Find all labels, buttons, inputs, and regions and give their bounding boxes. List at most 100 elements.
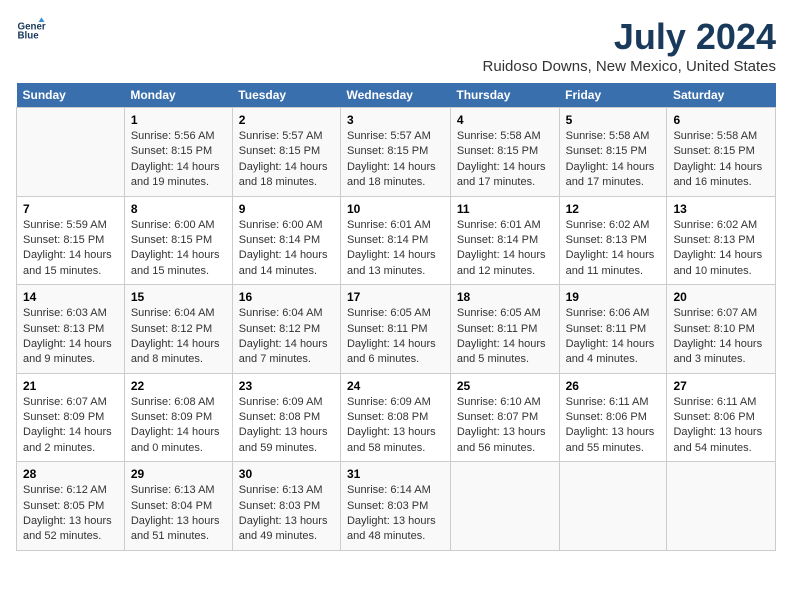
table-cell: 18 Sunrise: 6:05 AM Sunset: 8:11 PM Dayli… <box>450 285 559 374</box>
day-number: 2 <box>239 113 334 127</box>
table-cell: 20 Sunrise: 6:07 AM Sunset: 8:10 PM Dayli… <box>667 285 776 374</box>
day-number: 28 <box>23 467 118 481</box>
day-detail: Sunrise: 6:02 AM Sunset: 8:13 PM Dayligh… <box>673 218 769 280</box>
day-number: 29 <box>131 467 226 481</box>
week-row-3: 14Sunrise: 6:03 AM Sunset: 8:13 PM Dayli… <box>17 285 776 374</box>
title-area: July 2024 Ruidoso Downs, New Mexico, Uni… <box>483 16 776 75</box>
day-number: 5 <box>566 113 661 127</box>
day-detail: Sunrise: 6:13 AM Sunset: 8:03 PM Dayligh… <box>239 483 334 545</box>
table-cell: 16 Sunrise: 6:04 AM Sunset: 8:12 PM Dayli… <box>232 285 340 374</box>
day-number: 22 <box>131 379 226 393</box>
header-friday: Friday <box>559 83 667 108</box>
header-monday: Monday <box>124 83 232 108</box>
table-cell: 26 Sunrise: 6:11 AM Sunset: 8:06 PM Dayli… <box>559 373 667 462</box>
calendar-title: July 2024 <box>483 16 776 58</box>
day-number: 7 <box>23 202 118 216</box>
table-cell: 4Sunrise: 5:58 AM Sunset: 8:15 PM Daylig… <box>450 108 559 197</box>
table-cell: 27 Sunrise: 6:11 AM Sunset: 8:06 PM Dayli… <box>667 373 776 462</box>
day-detail: Sunrise: 6:05 AM Sunset: 8:11 PM Dayligh… <box>457 306 553 368</box>
day-number: 13 <box>673 202 769 216</box>
table-cell: 17Sunrise: 6:05 AM Sunset: 8:11 PM Dayli… <box>340 285 450 374</box>
day-number: 8 <box>131 202 226 216</box>
table-cell: 28Sunrise: 6:12 AM Sunset: 8:05 PM Dayli… <box>17 462 125 551</box>
day-detail: Sunrise: 6:00 AM Sunset: 8:14 PM Dayligh… <box>239 218 334 280</box>
day-number: 25 <box>457 379 553 393</box>
day-number: 26 <box>566 379 661 393</box>
day-detail: Sunrise: 5:56 AM Sunset: 8:15 PM Dayligh… <box>131 129 226 191</box>
day-number: 4 <box>457 113 553 127</box>
day-detail: Sunrise: 6:13 AM Sunset: 8:04 PM Dayligh… <box>131 483 226 545</box>
day-detail: Sunrise: 6:01 AM Sunset: 8:14 PM Dayligh… <box>457 218 553 280</box>
day-detail: Sunrise: 5:58 AM Sunset: 8:15 PM Dayligh… <box>673 129 769 191</box>
calendar-table: Sunday Monday Tuesday Wednesday Thursday… <box>16 83 776 551</box>
table-cell: 2 Sunrise: 5:57 AM Sunset: 8:15 PM Daylig… <box>232 108 340 197</box>
table-cell: 22 Sunrise: 6:08 AM Sunset: 8:09 PM Dayli… <box>124 373 232 462</box>
table-cell: 11Sunrise: 6:01 AM Sunset: 8:14 PM Dayli… <box>450 196 559 285</box>
day-number: 20 <box>673 290 769 304</box>
day-number: 19 <box>566 290 661 304</box>
week-row-5: 28Sunrise: 6:12 AM Sunset: 8:05 PM Dayli… <box>17 462 776 551</box>
table-cell: 6 Sunrise: 5:58 AM Sunset: 8:15 PM Daylig… <box>667 108 776 197</box>
table-cell: 1 Sunrise: 5:56 AM Sunset: 8:15 PM Daylig… <box>124 108 232 197</box>
table-cell: 15Sunrise: 6:04 AM Sunset: 8:12 PM Dayli… <box>124 285 232 374</box>
day-detail: Sunrise: 6:00 AM Sunset: 8:15 PM Dayligh… <box>131 218 226 280</box>
week-row-1: 1 Sunrise: 5:56 AM Sunset: 8:15 PM Daylig… <box>17 108 776 197</box>
day-detail: Sunrise: 5:57 AM Sunset: 8:15 PM Dayligh… <box>347 129 444 191</box>
header-tuesday: Tuesday <box>232 83 340 108</box>
table-cell <box>450 462 559 551</box>
day-detail: Sunrise: 6:09 AM Sunset: 8:08 PM Dayligh… <box>347 395 444 457</box>
table-cell: 7Sunrise: 5:59 AM Sunset: 8:15 PM Daylig… <box>17 196 125 285</box>
table-cell: 24 Sunrise: 6:09 AM Sunset: 8:08 PM Dayli… <box>340 373 450 462</box>
table-cell: 30 Sunrise: 6:13 AM Sunset: 8:03 PM Dayli… <box>232 462 340 551</box>
day-number: 3 <box>347 113 444 127</box>
day-number: 17 <box>347 290 444 304</box>
table-cell: 3 Sunrise: 5:57 AM Sunset: 8:15 PM Daylig… <box>340 108 450 197</box>
day-number: 23 <box>239 379 334 393</box>
table-cell <box>559 462 667 551</box>
table-cell: 13 Sunrise: 6:02 AM Sunset: 8:13 PM Dayli… <box>667 196 776 285</box>
day-detail: Sunrise: 6:10 AM Sunset: 8:07 PM Dayligh… <box>457 395 553 457</box>
day-number: 24 <box>347 379 444 393</box>
day-detail: Sunrise: 6:11 AM Sunset: 8:06 PM Dayligh… <box>566 395 661 457</box>
table-cell: 14Sunrise: 6:03 AM Sunset: 8:13 PM Dayli… <box>17 285 125 374</box>
table-cell: 12Sunrise: 6:02 AM Sunset: 8:13 PM Dayli… <box>559 196 667 285</box>
calendar-subtitle: Ruidoso Downs, New Mexico, United States <box>483 58 776 75</box>
header-thursday: Thursday <box>450 83 559 108</box>
week-row-2: 7Sunrise: 5:59 AM Sunset: 8:15 PM Daylig… <box>17 196 776 285</box>
table-cell <box>17 108 125 197</box>
day-detail: Sunrise: 5:57 AM Sunset: 8:15 PM Dayligh… <box>239 129 334 191</box>
day-number: 1 <box>131 113 226 127</box>
table-cell: 9 Sunrise: 6:00 AM Sunset: 8:14 PM Daylig… <box>232 196 340 285</box>
day-number: 30 <box>239 467 334 481</box>
day-number: 31 <box>347 467 444 481</box>
day-number: 27 <box>673 379 769 393</box>
header-sunday: Sunday <box>17 83 125 108</box>
day-number: 16 <box>239 290 334 304</box>
day-detail: Sunrise: 6:08 AM Sunset: 8:09 PM Dayligh… <box>131 395 226 457</box>
weekday-header-row: Sunday Monday Tuesday Wednesday Thursday… <box>17 83 776 108</box>
table-cell: 21 Sunrise: 6:07 AM Sunset: 8:09 PM Dayli… <box>17 373 125 462</box>
day-detail: Sunrise: 6:04 AM Sunset: 8:12 PM Dayligh… <box>239 306 334 368</box>
table-cell: 5 Sunrise: 5:58 AM Sunset: 8:15 PM Daylig… <box>559 108 667 197</box>
day-detail: Sunrise: 6:11 AM Sunset: 8:06 PM Dayligh… <box>673 395 769 457</box>
logo-icon: General Blue <box>16 16 46 46</box>
table-cell: 25 Sunrise: 6:10 AM Sunset: 8:07 PM Dayli… <box>450 373 559 462</box>
day-number: 21 <box>23 379 118 393</box>
day-detail: Sunrise: 6:07 AM Sunset: 8:09 PM Dayligh… <box>23 395 118 457</box>
day-detail: Sunrise: 6:06 AM Sunset: 8:11 PM Dayligh… <box>566 306 661 368</box>
day-detail: Sunrise: 6:14 AM Sunset: 8:03 PM Dayligh… <box>347 483 444 545</box>
table-cell: 8 Sunrise: 6:00 AM Sunset: 8:15 PM Daylig… <box>124 196 232 285</box>
day-detail: Sunrise: 6:07 AM Sunset: 8:10 PM Dayligh… <box>673 306 769 368</box>
day-number: 12 <box>566 202 661 216</box>
table-cell: 19 Sunrise: 6:06 AM Sunset: 8:11 PM Dayli… <box>559 285 667 374</box>
day-number: 18 <box>457 290 553 304</box>
day-detail: Sunrise: 6:01 AM Sunset: 8:14 PM Dayligh… <box>347 218 444 280</box>
header-saturday: Saturday <box>667 83 776 108</box>
table-cell <box>667 462 776 551</box>
table-cell: 31 Sunrise: 6:14 AM Sunset: 8:03 PM Dayli… <box>340 462 450 551</box>
day-detail: Sunrise: 5:58 AM Sunset: 8:15 PM Dayligh… <box>566 129 661 191</box>
table-cell: 10Sunrise: 6:01 AM Sunset: 8:14 PM Dayli… <box>340 196 450 285</box>
table-cell: 23Sunrise: 6:09 AM Sunset: 8:08 PM Dayli… <box>232 373 340 462</box>
day-number: 9 <box>239 202 334 216</box>
day-number: 6 <box>673 113 769 127</box>
